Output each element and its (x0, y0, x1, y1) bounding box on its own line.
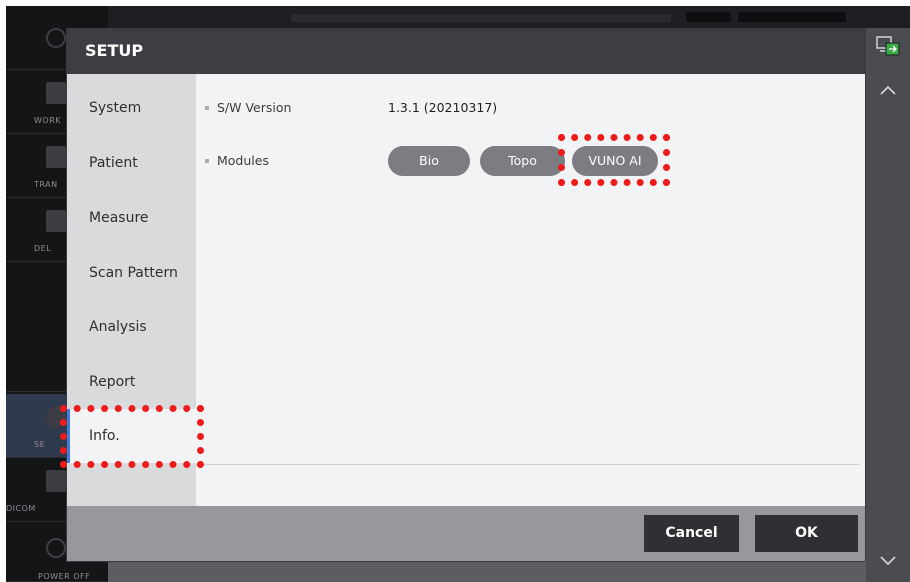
setup-side-nav: System Patient Measure Scan Pattern Anal… (67, 74, 196, 506)
nav-item-label: Scan Pattern (89, 265, 178, 281)
version-label: S/W Version (217, 100, 292, 115)
refresh-icon (46, 28, 66, 48)
modules-row: Modules (205, 153, 269, 168)
setup-dialog: SETUP System Patient Measure Scan Patter… (67, 29, 865, 561)
module-pill-vuno-ai[interactable]: VUNO AI (572, 146, 658, 176)
nav-item-report[interactable]: Report (67, 355, 196, 409)
gear-icon (46, 406, 66, 428)
background-title-strip (291, 14, 671, 22)
version-row: S/W Version (205, 100, 291, 115)
bullet-icon (205, 105, 209, 110)
nav-item-label: Patient (89, 155, 138, 171)
chevron-down-icon[interactable] (872, 548, 904, 574)
nav-item-analysis[interactable]: Analysis (67, 300, 196, 354)
chevron-up-icon[interactable] (872, 78, 904, 104)
version-value: 1.3.1 (20210317) (388, 100, 498, 115)
background-toolbar-block (738, 12, 846, 22)
transfer-label: TRAN (34, 180, 58, 189)
module-pill-topo[interactable]: Topo (480, 146, 565, 176)
nav-item-scan-pattern[interactable]: Scan Pattern (67, 246, 196, 300)
module-pill-bio[interactable]: Bio (388, 146, 470, 176)
delete-label: DEL (34, 244, 52, 253)
dialog-footer: Cancel OK (67, 506, 865, 561)
nav-item-label: System (89, 100, 142, 116)
dicom-icon (46, 470, 66, 492)
nav-item-label: Report (89, 374, 136, 390)
nav-item-label: Info. (89, 428, 120, 444)
monitor-connection-icon[interactable] (876, 36, 900, 56)
dialog-title: SETUP (85, 41, 144, 60)
power-off-label: POWER OFF (38, 572, 91, 581)
background-right-scrollbar (866, 28, 910, 582)
cancel-button[interactable]: Cancel (644, 515, 739, 552)
nav-item-system[interactable]: System (67, 81, 196, 135)
content-divider (196, 464, 859, 465)
worklist-icon (46, 82, 66, 104)
nav-item-patient[interactable]: Patient (67, 136, 196, 190)
dialog-header: SETUP (67, 29, 865, 74)
trash-icon (46, 210, 66, 232)
setup-label: SE (34, 440, 46, 449)
worklist-label: WORK (34, 116, 62, 125)
ok-button[interactable]: OK (755, 515, 858, 552)
info-panel: S/W Version 1.3.1 (20210317) Modules Bio… (196, 74, 865, 506)
nav-item-info[interactable]: Info. (67, 409, 196, 463)
nav-item-label: Analysis (89, 319, 147, 335)
modules-label: Modules (217, 153, 269, 168)
nav-item-label: Measure (89, 210, 149, 226)
bullet-icon (205, 158, 209, 163)
power-icon (46, 538, 66, 558)
transfer-icon (46, 146, 66, 168)
background-toolbar-block (686, 12, 731, 22)
nav-item-measure[interactable]: Measure (67, 191, 196, 245)
dicom-label: DICOM (6, 504, 36, 513)
